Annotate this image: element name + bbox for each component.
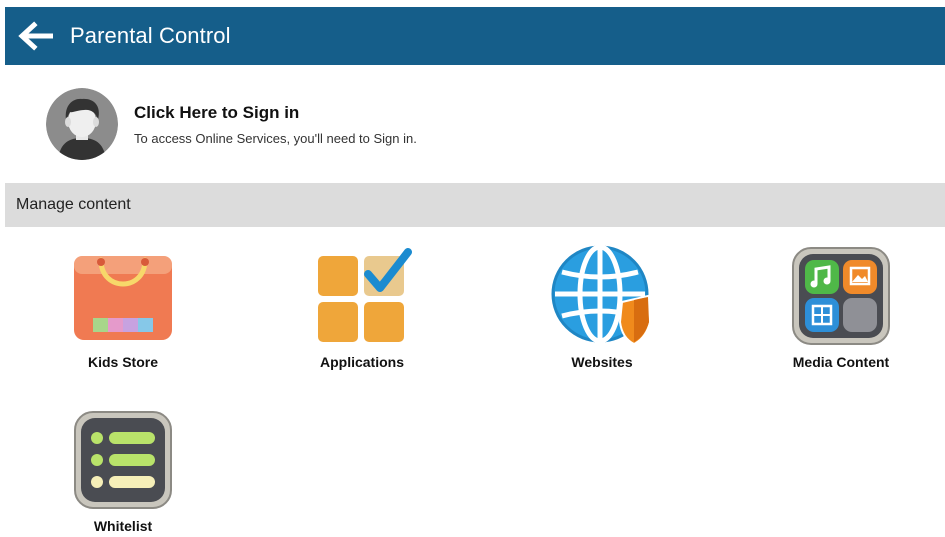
whitelist-label: Whitelist <box>93 518 153 534</box>
list-icon <box>68 408 178 512</box>
applications-check-icon <box>307 244 417 348</box>
top-app-bar: Parental Control <box>5 7 945 65</box>
page-title: Parental Control <box>70 23 231 48</box>
shopping-bag-icon <box>68 244 178 348</box>
sign-in-subtitle: To access Online Services, you'll need t… <box>134 130 417 146</box>
kids-store-label: Kids Store <box>87 354 158 370</box>
media-content-label: Media Content <box>792 354 890 370</box>
media-grid-icon <box>786 244 896 348</box>
back-arrow-icon <box>18 21 53 51</box>
websites-tile[interactable]: Websites <box>527 244 677 379</box>
applications-tile[interactable]: Applications <box>287 244 437 379</box>
websites-label: Websites <box>571 354 633 370</box>
sign-in-row[interactable]: Click Here to Sign in To access Online S… <box>5 72 940 176</box>
globe-shield-icon <box>547 244 657 348</box>
applications-label: Applications <box>319 354 404 370</box>
kids-store-tile[interactable]: Kids Store <box>48 244 198 379</box>
whitelist-tile[interactable]: Whitelist <box>48 408 198 537</box>
section-header: Manage content <box>5 183 945 227</box>
user-avatar-icon <box>46 88 118 160</box>
media-content-tile[interactable]: Media Content <box>766 244 916 379</box>
sign-in-title: Click Here to Sign in <box>134 102 300 122</box>
back-button[interactable] <box>10 7 60 65</box>
